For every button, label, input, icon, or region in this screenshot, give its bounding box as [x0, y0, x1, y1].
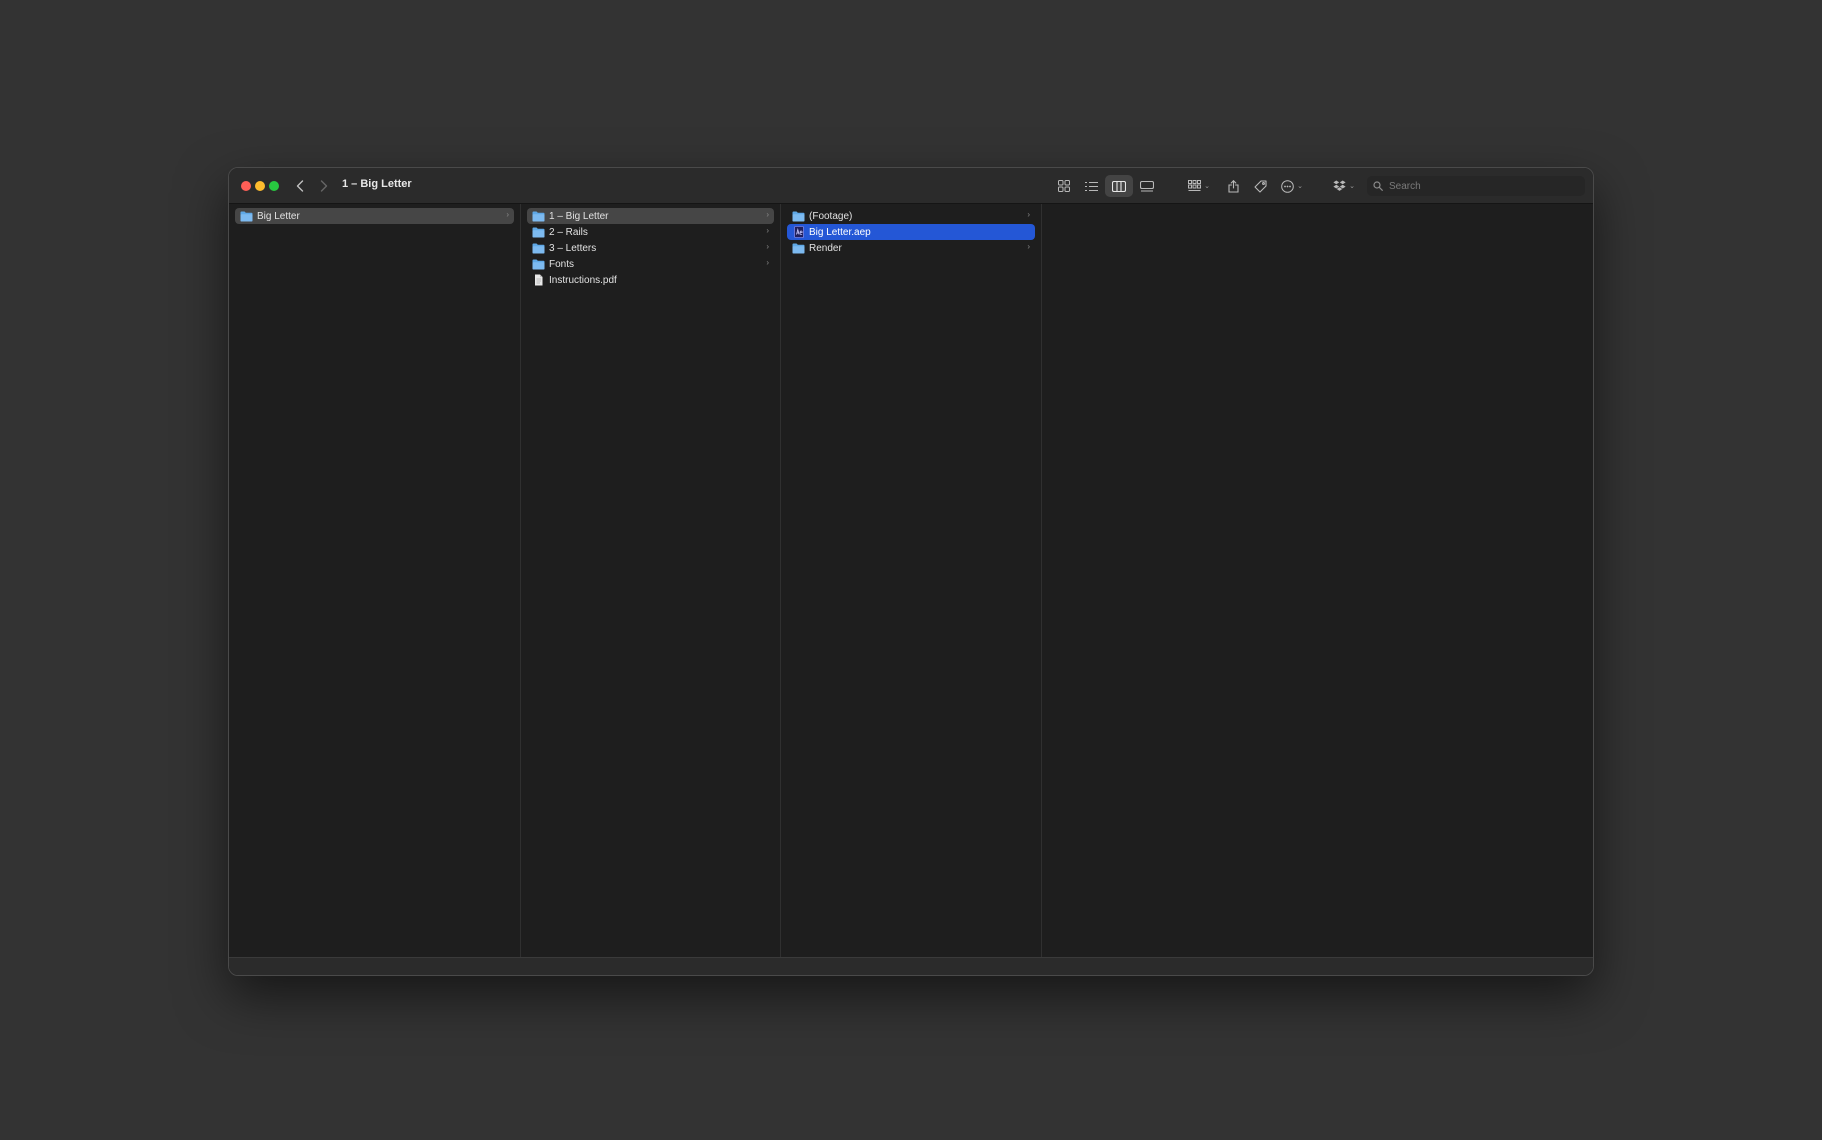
maximize-window-button[interactable]: [269, 181, 279, 191]
forward-button[interactable]: [315, 177, 333, 195]
gallery-view-icon: [1140, 180, 1154, 192]
chevron-right-icon: ›: [766, 226, 769, 235]
folder-icon: [532, 227, 545, 238]
after-effects-file-icon: [792, 226, 805, 238]
folder-icon: [532, 259, 545, 270]
back-button[interactable]: [291, 177, 309, 195]
item-label: 1 – Big Letter: [549, 210, 609, 222]
list-item-fonts[interactable]: Fonts ›: [527, 256, 774, 272]
list-item-big-letter-aep[interactable]: Big Letter.aep: [787, 224, 1035, 240]
column-view-button[interactable]: [1105, 175, 1133, 197]
list-item-render[interactable]: Render ›: [787, 240, 1035, 256]
list-item-2-rails[interactable]: 2 – Rails ›: [527, 224, 774, 240]
dropbox-button[interactable]: ⌄: [1330, 175, 1358, 197]
window-title: 1 – Big Letter: [342, 178, 412, 190]
list-view-icon: [1084, 181, 1098, 191]
item-label: Fonts: [549, 258, 575, 270]
titlebar: 1 – Big Letter ⌄ ⌄ ⌄: [229, 168, 1593, 204]
chevron-down-icon: ⌄: [1297, 183, 1303, 190]
chevron-right-icon: ›: [766, 210, 769, 219]
close-window-button[interactable]: [241, 181, 251, 191]
chevron-down-icon: ⌄: [1204, 183, 1210, 190]
dropbox-icon: [1333, 180, 1346, 191]
search-field[interactable]: [1367, 176, 1585, 196]
list-item-instructions-pdf[interactable]: Instructions.pdf: [527, 272, 774, 288]
icon-view-button[interactable]: [1053, 175, 1075, 197]
chevron-right-icon: ›: [766, 258, 769, 267]
list-item-big-letter[interactable]: Big Letter ›: [235, 208, 514, 224]
item-label: Big Letter: [257, 210, 300, 222]
chevron-left-icon: [296, 180, 304, 192]
folder-icon: [792, 243, 805, 254]
icon-view-icon: [1058, 180, 1070, 192]
preview-column: [1042, 204, 1593, 958]
item-label: 3 – Letters: [549, 242, 597, 254]
list-item-footage[interactable]: (Footage) ›: [787, 208, 1035, 224]
more-icon: [1281, 179, 1294, 193]
list-item-3-letters[interactable]: 3 – Letters ›: [527, 240, 774, 256]
chevron-down-icon: ⌄: [1349, 183, 1355, 190]
share-icon: [1227, 179, 1239, 193]
chevron-right-icon: ›: [506, 210, 509, 219]
group-icon: [1188, 180, 1202, 191]
folder-icon: [532, 243, 545, 254]
action-button[interactable]: ⌄: [1277, 175, 1307, 197]
chevron-right-icon: ›: [1027, 210, 1030, 219]
status-bar: [229, 957, 1593, 975]
column-2[interactable]: 1 – Big Letter › 2 – Rails › 3 – Letters…: [521, 204, 781, 958]
tag-icon: [1253, 179, 1267, 193]
column-view-icon: [1112, 180, 1126, 192]
folder-icon: [240, 211, 253, 222]
search-input[interactable]: [1389, 180, 1579, 192]
folder-icon: [532, 211, 545, 222]
document-icon: [532, 274, 545, 286]
item-label: 2 – Rails: [549, 226, 588, 238]
finder-window: 1 – Big Letter ⌄ ⌄ ⌄ Search Big Letter ›…: [228, 167, 1594, 976]
chevron-right-icon: [320, 180, 328, 192]
group-button[interactable]: ⌄: [1184, 175, 1214, 197]
column-3[interactable]: (Footage) › Big Letter.aep Render ›: [781, 204, 1042, 958]
chevron-right-icon: ›: [1027, 242, 1030, 251]
share-button[interactable]: [1222, 175, 1244, 197]
folder-icon: [792, 211, 805, 222]
search-icon: [1373, 180, 1385, 192]
column-browser: Big Letter › 1 – Big Letter › 2 – Rails …: [229, 204, 1593, 958]
list-item-1-big-letter[interactable]: 1 – Big Letter ›: [527, 208, 774, 224]
minimize-window-button[interactable]: [255, 181, 265, 191]
item-label: Instructions.pdf: [549, 274, 617, 286]
item-label: Big Letter.aep: [809, 226, 871, 238]
item-label: (Footage): [809, 210, 853, 222]
tags-button[interactable]: [1249, 175, 1271, 197]
item-label: Render: [809, 242, 842, 254]
column-1[interactable]: Big Letter ›: [229, 204, 521, 958]
chevron-right-icon: ›: [766, 242, 769, 251]
list-view-button[interactable]: [1080, 175, 1102, 197]
gallery-view-button[interactable]: [1135, 175, 1159, 197]
